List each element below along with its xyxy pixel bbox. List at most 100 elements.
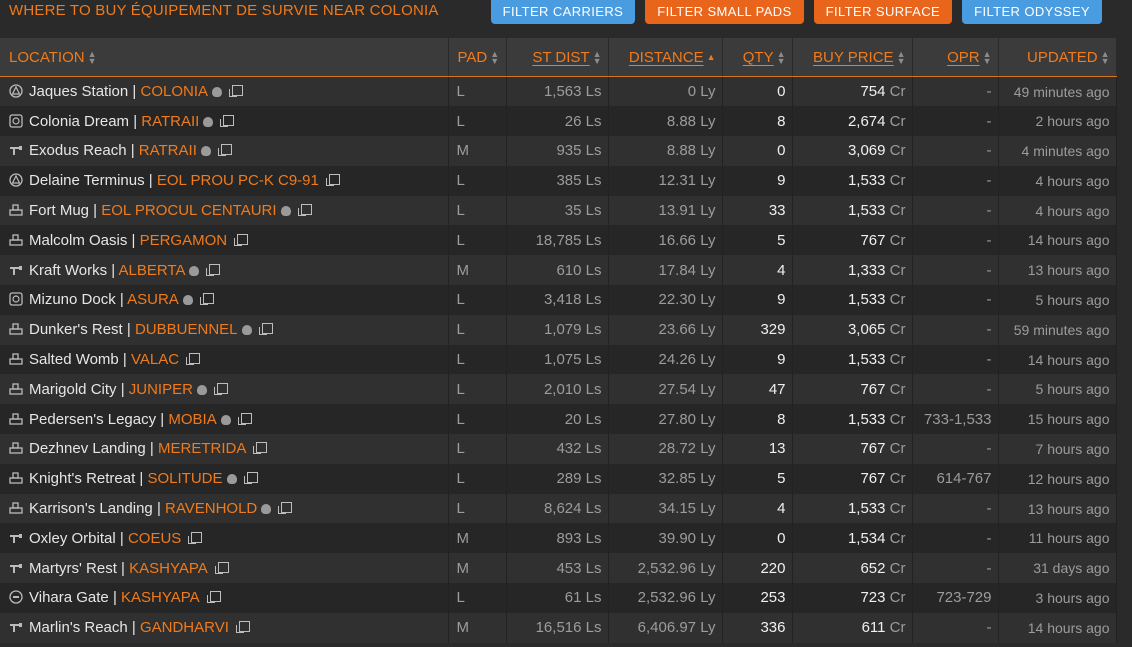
copy-icon[interactable] (217, 144, 232, 157)
station-name[interactable]: Fort Mug (29, 202, 89, 219)
system-name[interactable]: DUBBUENNEL (135, 321, 238, 338)
col-header-buy-price[interactable]: BUY PRICE ▲ ▼ (792, 38, 913, 77)
distance: 28.72 Ly (608, 434, 723, 464)
table-row[interactable]: Oxley Orbital | COEUS M 893 Ls 39.90 Ly 0 1,5… (0, 523, 1117, 554)
table-row[interactable]: Delaine Terminus | EOL PROU PC-K C9-91 L 3… (0, 165, 1117, 196)
station-name[interactable]: Pedersen's Legacy (29, 411, 156, 428)
table-row[interactable]: Karrison's Landing | RAVENHOLD L 8,624 Ls 3… (0, 493, 1117, 524)
copy-icon[interactable] (297, 204, 312, 217)
copy-icon[interactable] (214, 561, 229, 574)
station-name[interactable]: Mizuno Dock (29, 291, 116, 308)
copy-icon[interactable] (258, 323, 273, 336)
system-name[interactable]: COEUS (128, 530, 181, 547)
station-name[interactable]: Marigold City (29, 381, 117, 398)
copy-icon[interactable] (188, 531, 203, 544)
filter-button-filter-carriers[interactable]: FILTER CARRIERS (490, 0, 636, 24)
station-distance: 385 Ls (506, 165, 609, 196)
col-header-pad[interactable]: PAD ▲ ▼ (448, 38, 507, 77)
station-name[interactable]: Delaine Terminus (29, 172, 145, 189)
system-name[interactable]: COLONIA (140, 83, 208, 100)
station-name[interactable]: Salted Womb (29, 351, 119, 368)
copy-icon[interactable] (253, 442, 268, 455)
table-row[interactable]: Knight's Retreat | SOLITUDE L 289 Ls 32.85 … (0, 463, 1117, 494)
sort-icon: ▲ ▼ (87, 48, 97, 66)
table-row[interactable]: Dezhnev Landing | MERETRIDA L 432 Ls 28.72 … (0, 434, 1117, 464)
copy-icon[interactable] (213, 382, 228, 395)
system-name[interactable]: JUNIPER (129, 381, 193, 398)
col-header-updated[interactable]: UPDATED ▲ ▼ (998, 38, 1117, 77)
system-name[interactable]: MERETRIDA (158, 440, 246, 457)
table-row[interactable]: Salted Womb | VALAC L 1,075 Ls 24.26 Ly 9 1,5… (0, 344, 1117, 375)
skull-icon (189, 265, 200, 276)
system-name[interactable]: KASHYAPA (121, 589, 200, 606)
copy-icon[interactable] (234, 233, 249, 246)
system-name[interactable]: RATRAII (141, 113, 199, 130)
table-row[interactable]: Marigold City | JUNIPER L 2,010 Ls 27.54 Ly… (0, 374, 1117, 405)
opr: - (912, 612, 999, 643)
quantity: 0 (722, 523, 793, 554)
system-name[interactable]: GANDHARVI (140, 619, 229, 636)
copy-icon[interactable] (199, 293, 214, 306)
copy-icon[interactable] (278, 502, 293, 515)
system-name[interactable]: SOLITUDE (148, 470, 223, 487)
table-row[interactable]: Jaques Station | COLONIA L 1,563 Ls 0 Ly 0 75… (0, 76, 1117, 107)
table-row[interactable]: Exodus Reach | RATRAII M 935 Ls 8.88 Ly 0 3,0… (0, 136, 1117, 166)
copy-icon[interactable] (325, 174, 340, 187)
copy-icon[interactable] (235, 621, 250, 634)
table-row[interactable]: Marlin's Reach | GANDHARVI M 16,516 Ls 6,40… (0, 612, 1117, 643)
quantity: 4 (722, 493, 793, 524)
copy-icon[interactable] (243, 472, 258, 485)
col-header-opr[interactable]: OPR ▲ ▼ (912, 38, 999, 77)
copy-icon[interactable] (229, 85, 243, 98)
station-name[interactable]: Kraft Works (29, 262, 107, 279)
buy-price: 2,674 Cr (792, 106, 913, 137)
copy-icon[interactable] (220, 114, 235, 127)
station-name[interactable]: Martyrs' Rest (29, 560, 117, 577)
station-name[interactable]: Jaques Station (29, 83, 128, 100)
station-name[interactable]: Vihara Gate (29, 589, 109, 606)
copy-icon[interactable] (206, 263, 221, 276)
station-name[interactable]: Exodus Reach (29, 142, 127, 159)
station-name[interactable]: Marlin's Reach (29, 619, 128, 636)
system-name[interactable]: VALAC (131, 351, 179, 368)
station-name[interactable]: Malcolm Oasis (29, 232, 127, 249)
filter-button-filter-small-pads[interactable]: FILTER SMALL PADS (645, 0, 804, 24)
location-cell: Marlin's Reach | GANDHARVI (0, 612, 449, 643)
col-header-st-dist[interactable]: ST DIST ▲ ▼ (506, 38, 609, 77)
system-name[interactable]: MOBIA (168, 411, 216, 428)
table-row[interactable]: Martyrs' Rest | KASHYAPA M 453 Ls 2,532.96 … (0, 553, 1117, 584)
station-name[interactable]: Knight's Retreat (29, 470, 135, 487)
table-row[interactable]: Malcolm Oasis | PERGAMON L 18,785 Ls 16.66 … (0, 225, 1117, 256)
distance: 24.26 Ly (608, 344, 723, 375)
system-name[interactable]: KASHYAPA (129, 560, 208, 577)
copy-icon[interactable] (206, 591, 221, 604)
table-row[interactable]: Kraft Works | ALBERTA M 610 Ls 17.84 Ly 4 1,3… (0, 255, 1117, 286)
system-name[interactable]: ASURA (127, 291, 179, 308)
system-name[interactable]: RAVENHOLD (165, 500, 257, 517)
table-row[interactable]: Dunker's Rest | DUBBUENNEL L 1,079 Ls 23.66… (0, 314, 1117, 345)
table-row[interactable]: Pedersen's Legacy | MOBIA L 20 Ls 27.80 Ly 8… (0, 404, 1117, 435)
system-name[interactable]: ALBERTA (118, 262, 185, 279)
station-name[interactable]: Karrison's Landing (29, 500, 153, 517)
skull-icon (226, 474, 237, 485)
copy-icon[interactable] (186, 353, 201, 366)
filter-button-filter-odyssey[interactable]: FILTER ODYSSEY (962, 0, 1102, 24)
station-name[interactable]: Colonia Dream (29, 113, 129, 130)
station-name[interactable]: Dunker's Rest (29, 321, 123, 338)
col-header-distance[interactable]: DISTANCE ▲ (608, 38, 723, 77)
filter-button-filter-surface[interactable]: FILTER SURFACE (813, 0, 953, 24)
table-row[interactable]: Mizuno Dock | ASURA L 3,418 Ls 22.30 Ly 9 1,5… (0, 285, 1117, 315)
distance: 23.66 Ly (608, 314, 723, 345)
copy-icon[interactable] (237, 412, 252, 425)
table-row[interactable]: Colonia Dream | RATRAII L 26 Ls 8.88 Ly 8 2,6… (0, 106, 1117, 137)
col-header-location[interactable]: LOCATION ▲ ▼ (0, 38, 449, 77)
system-name[interactable]: RATRAII (139, 142, 197, 159)
system-name[interactable]: EOL PROCUL CENTAURI (101, 202, 276, 219)
col-header-qty[interactable]: QTY ▲ ▼ (722, 38, 793, 77)
station-name[interactable]: Oxley Orbital (29, 530, 116, 547)
station-name[interactable]: Dezhnev Landing (29, 440, 146, 457)
system-name[interactable]: PERGAMON (140, 232, 228, 249)
table-row[interactable]: Fort Mug | EOL PROCUL CENTAURI L 35 Ls 13.9… (0, 195, 1117, 226)
table-row[interactable]: Vihara Gate | KASHYAPA L 61 Ls 2,532.96 Ly 2… (0, 583, 1117, 613)
system-name[interactable]: EOL PROU PC-K C9-91 (157, 172, 319, 189)
